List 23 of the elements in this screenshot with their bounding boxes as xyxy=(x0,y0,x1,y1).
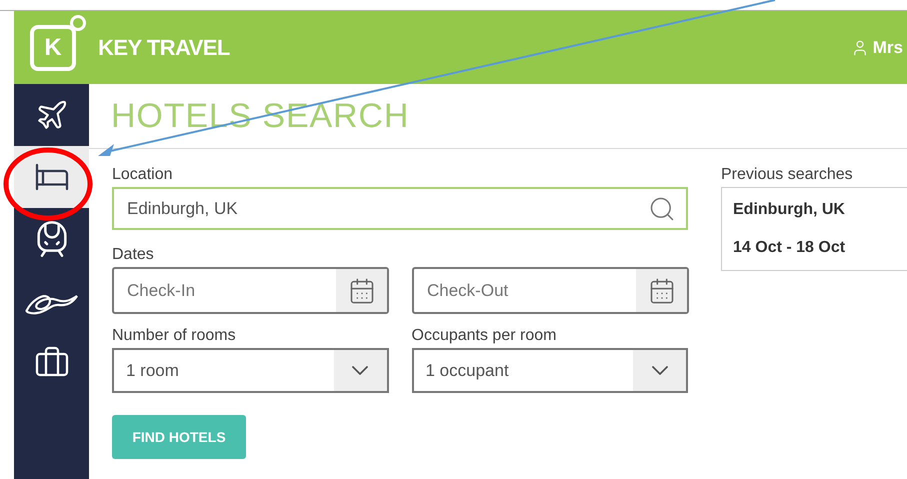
brand-name: KEY TRAVEL xyxy=(98,34,230,62)
field-label: Location xyxy=(112,165,174,185)
field-label: Number of rooms xyxy=(112,326,237,346)
date-field[interactable]: Check-In xyxy=(112,267,389,314)
date-input[interactable]: Check-In xyxy=(114,269,336,312)
date-field[interactable]: Check-Out xyxy=(412,267,689,314)
field-label: Dates xyxy=(112,245,155,265)
location-input[interactable]: Edinburgh, UK xyxy=(127,196,648,222)
previous-search-card[interactable]: Edinburgh, UK 14 Oct - 18 Oct xyxy=(721,187,907,271)
date-input[interactable]: Check-Out xyxy=(414,269,636,312)
select-field[interactable]: 1 room xyxy=(112,348,388,393)
search-icon[interactable] xyxy=(648,194,676,222)
calendar-icon[interactable] xyxy=(648,276,676,304)
chevron-down-icon xyxy=(352,366,368,375)
previous-searches-label: Previous searches xyxy=(721,165,854,185)
calendar-icon[interactable] xyxy=(348,276,376,304)
field-label: Occupants per room xyxy=(412,326,558,346)
select-field[interactable]: 1 occupant xyxy=(412,348,688,393)
previous-search-dates: 14 Oct - 18 Oct xyxy=(733,238,846,258)
location-field[interactable]: Edinburgh, UK xyxy=(112,187,688,230)
page-title: HOTELS SEARCH xyxy=(111,96,410,136)
previous-search-place: Edinburgh, UK xyxy=(733,200,846,220)
chevron-down-icon xyxy=(652,366,668,375)
